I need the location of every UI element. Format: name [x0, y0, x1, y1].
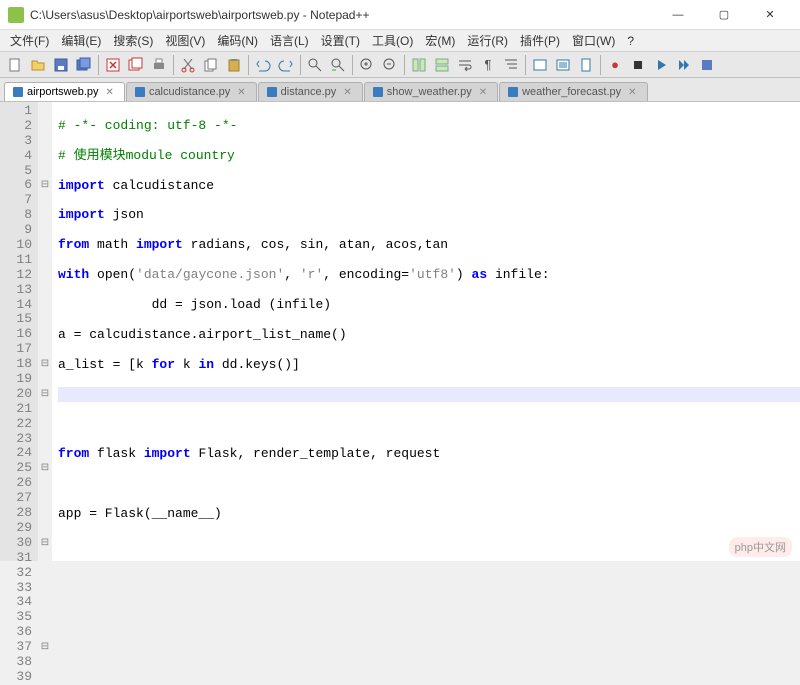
replace-icon[interactable]	[327, 54, 349, 76]
menu-run[interactable]: 运行(R)	[461, 30, 514, 51]
tab-airportsweb[interactable]: airportsweb.py ✕	[4, 82, 125, 101]
menu-edit[interactable]: 编辑(E)	[55, 30, 107, 51]
toolbar-separator	[525, 55, 526, 75]
tab-label: weather_forecast.py	[522, 86, 621, 98]
code-content[interactable]: # -*- coding: utf-8 -*- # 使用模块module cou…	[52, 102, 800, 561]
tab-close-icon[interactable]: ✕	[479, 87, 487, 98]
tab-distance[interactable]: distance.py ✕	[258, 82, 363, 101]
undo-icon[interactable]	[252, 54, 274, 76]
minimize-button[interactable]: —	[656, 1, 700, 29]
python-file-icon	[373, 87, 383, 97]
menu-macro[interactable]: 宏(M)	[419, 30, 461, 51]
save-all-icon[interactable]	[73, 54, 95, 76]
menu-language[interactable]: 语言(L)	[264, 30, 315, 51]
zoom-in-icon[interactable]	[356, 54, 378, 76]
tab-close-icon[interactable]: ✕	[343, 87, 351, 98]
menu-file[interactable]: 文件(F)	[4, 30, 55, 51]
tab-close-icon[interactable]: ✕	[237, 87, 245, 98]
new-file-icon[interactable]	[4, 54, 26, 76]
tab-weatherforecast[interactable]: weather_forecast.py ✕	[499, 82, 647, 101]
fast-macro-icon[interactable]	[673, 54, 695, 76]
menubar: 文件(F) 编辑(E) 搜索(S) 视图(V) 编码(N) 语言(L) 设置(T…	[0, 30, 800, 52]
copy-icon[interactable]	[200, 54, 222, 76]
maximize-button[interactable]: ▢	[702, 1, 746, 29]
watermark: php中文网	[729, 537, 792, 557]
tab-label: calcudistance.py	[149, 86, 230, 98]
menu-encoding[interactable]: 编码(N)	[211, 30, 264, 51]
fold-gutter[interactable]: ⊟ ⊟⊟ ⊟ ⊟ ⊟	[38, 102, 52, 561]
python-file-icon	[13, 87, 23, 97]
close-button[interactable]: ✕	[748, 1, 792, 29]
tab-label: distance.py	[281, 86, 337, 98]
close-all-icon[interactable]	[125, 54, 147, 76]
toolbar-separator	[300, 55, 301, 75]
tabbar: airportsweb.py ✕ calcudistance.py ✕ distan…	[0, 78, 800, 102]
python-file-icon	[135, 87, 145, 97]
wrap-icon[interactable]	[454, 54, 476, 76]
tab-calcudistance[interactable]: calcudistance.py ✕	[126, 82, 257, 101]
save-icon[interactable]	[50, 54, 72, 76]
menu-view[interactable]: 视图(V)	[159, 30, 211, 51]
window-controls: — ▢ ✕	[656, 1, 792, 29]
open-file-icon[interactable]	[27, 54, 49, 76]
menu-plugins[interactable]: 插件(P)	[514, 30, 566, 51]
python-file-icon	[508, 87, 518, 97]
toolbar-separator	[98, 55, 99, 75]
titlebar: C:\Users\asus\Desktop\airportsweb\airpor…	[0, 0, 800, 30]
toolbar-separator	[404, 55, 405, 75]
line-number-gutter: 1234567891011121314151617181920212223242…	[0, 102, 38, 561]
find-icon[interactable]	[304, 54, 326, 76]
menu-settings[interactable]: 设置(T)	[315, 30, 366, 51]
menu-window[interactable]: 窗口(W)	[566, 30, 621, 51]
code-editor[interactable]: 1234567891011121314151617181920212223242…	[0, 102, 800, 561]
toolbar-separator	[173, 55, 174, 75]
function-list-icon[interactable]	[552, 54, 574, 76]
tab-label: show_weather.py	[387, 86, 472, 98]
toolbar-separator	[248, 55, 249, 75]
toolbar-separator	[352, 55, 353, 75]
menu-tools[interactable]: 工具(O)	[366, 30, 419, 51]
redo-icon[interactable]	[275, 54, 297, 76]
record-macro-icon[interactable]: ●	[604, 54, 626, 76]
sync-horiz-icon[interactable]	[431, 54, 453, 76]
paste-icon[interactable]	[223, 54, 245, 76]
stop-macro-icon[interactable]	[627, 54, 649, 76]
menu-search[interactable]: 搜索(S)	[107, 30, 159, 51]
play-macro-icon[interactable]	[650, 54, 672, 76]
zoom-out-icon[interactable]	[379, 54, 401, 76]
tab-label: airportsweb.py	[27, 86, 99, 98]
cut-icon[interactable]	[177, 54, 199, 76]
tab-close-icon[interactable]: ✕	[628, 87, 636, 98]
python-file-icon	[267, 87, 277, 97]
sync-vert-icon[interactable]	[408, 54, 430, 76]
toolbar-separator	[600, 55, 601, 75]
show-all-chars-icon[interactable]: ¶	[477, 54, 499, 76]
app-icon	[8, 7, 24, 23]
toolbar: ¶ ●	[0, 52, 800, 78]
tab-close-icon[interactable]: ✕	[106, 87, 114, 98]
tab-showweather[interactable]: show_weather.py ✕	[364, 82, 498, 101]
doc-map-icon[interactable]	[575, 54, 597, 76]
save-macro-icon[interactable]	[696, 54, 718, 76]
window-title: C:\Users\asus\Desktop\airportsweb\airpor…	[30, 8, 656, 22]
menu-help[interactable]: ?	[621, 32, 640, 50]
close-file-icon[interactable]	[102, 54, 124, 76]
folder-tree-icon[interactable]	[529, 54, 551, 76]
print-icon[interactable]	[148, 54, 170, 76]
indent-guide-icon[interactable]	[500, 54, 522, 76]
